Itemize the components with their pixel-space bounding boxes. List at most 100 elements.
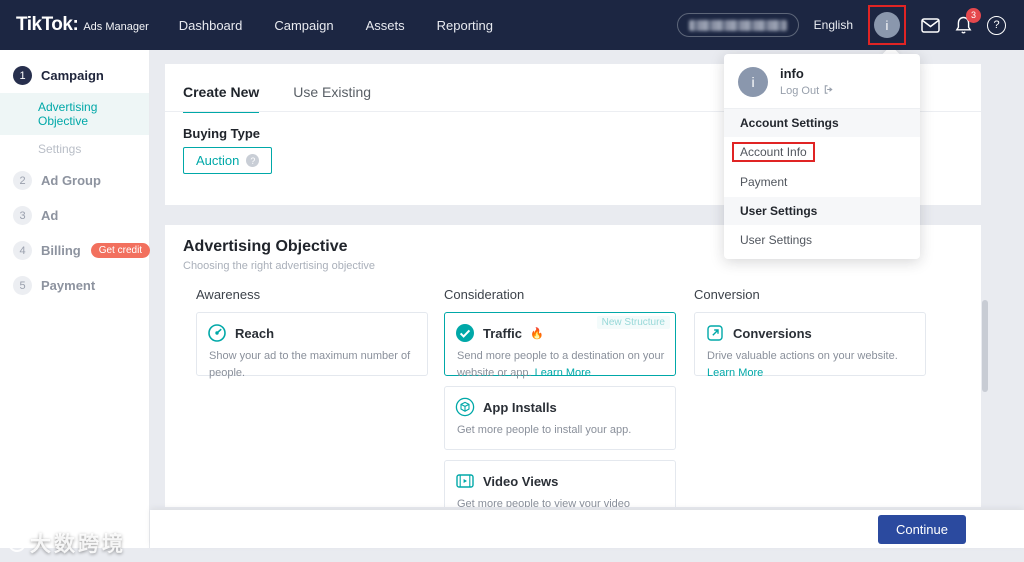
- card-description-traffic: Send more people to a destination on you…: [457, 348, 665, 381]
- account-info-label: Account Info: [740, 145, 807, 159]
- auction-button-label: Auction: [196, 153, 240, 168]
- step-label-payment: Payment: [41, 278, 96, 293]
- section-title: Advertising Objective: [183, 238, 348, 255]
- notifications-icon[interactable]: 3: [955, 7, 981, 35]
- step-billing[interactable]: 4 Billing Get credit: [0, 233, 151, 268]
- step-label-campaign: Campaign: [41, 68, 104, 83]
- notification-badge: 3: [966, 7, 981, 23]
- logo-suffix-text: Ads Manager: [83, 21, 149, 33]
- new-structure-badge: New Structure: [596, 316, 670, 329]
- app-installs-icon: [455, 397, 475, 417]
- logout-label: Log Out: [780, 85, 820, 97]
- column-header-consideration: Consideration: [444, 287, 525, 302]
- watermark-logo-icon: [4, 530, 30, 556]
- info-icon: [246, 154, 260, 167]
- conversions-icon: [705, 323, 725, 343]
- logout-link[interactable]: Log Out: [780, 84, 834, 98]
- card-title-traffic: Traffic: [483, 325, 523, 341]
- card-title-reach: Reach: [235, 325, 275, 341]
- help-icon[interactable]: [987, 15, 1006, 35]
- reach-icon: [207, 323, 227, 343]
- column-header-conversion: Conversion: [694, 287, 760, 302]
- scrollbar[interactable]: [982, 300, 988, 392]
- sidebar-item-advertising-objective[interactable]: Advertising Objective: [0, 93, 149, 135]
- messages-icon[interactable]: [921, 17, 940, 33]
- fire-emoji: 🔥: [530, 327, 544, 340]
- card-description-app-installs: Get more people to install your app.: [457, 424, 632, 436]
- step-number-3: 3: [13, 206, 32, 225]
- continue-button[interactable]: Continue: [877, 514, 966, 544]
- card-description-conversions: Drive valuable actions on your website. …: [707, 348, 915, 381]
- sidebar-item-settings[interactable]: Settings: [0, 135, 149, 163]
- video-views-icon: [455, 471, 475, 491]
- dropdown-item-user-settings[interactable]: User Settings: [724, 225, 920, 255]
- question-circle-icon: [987, 15, 1006, 35]
- annotation-box-account-info: Account Info: [732, 142, 815, 162]
- step-number-4: 4: [13, 241, 32, 260]
- card-title-app-installs: App Installs: [483, 399, 557, 415]
- step-ad[interactable]: 3 Ad: [0, 198, 149, 233]
- main-nav: Dashboard Campaign Assets Reporting: [179, 18, 493, 33]
- column-header-awareness: Awareness: [196, 287, 261, 302]
- objective-card-app-installs[interactable]: App Installs Get more people to install …: [444, 386, 676, 450]
- nav-item-reporting[interactable]: Reporting: [437, 18, 493, 33]
- conversions-learn-more-link[interactable]: Learn More: [707, 367, 763, 379]
- section-subtitle: Choosing the right advertising objective: [183, 260, 376, 272]
- bottom-action-bar: Continue: [150, 510, 1024, 548]
- logo-text: TikTok:: [16, 14, 79, 35]
- step-label-ad-group: Ad Group: [41, 173, 101, 188]
- logout-icon: [823, 84, 834, 98]
- campaign-steps-sidebar: 1 Campaign Advertising Objective Setting…: [0, 50, 151, 548]
- step-number-5: 5: [13, 276, 32, 295]
- watermark-text: 大数跨境: [30, 533, 126, 556]
- step-number-2: 2: [13, 171, 32, 190]
- language-selector[interactable]: English: [814, 18, 853, 32]
- annotation-box-avatar: i: [868, 5, 906, 45]
- buying-type-label: Buying Type: [183, 126, 261, 141]
- column-consideration: Consideration New Structure Traffic 🔥 Se…: [444, 287, 676, 507]
- tiktok-logo[interactable]: TikTok: Ads Manager: [16, 14, 149, 36]
- card-title-video-views: Video Views: [483, 473, 559, 489]
- tab-create-new[interactable]: Create New: [183, 84, 260, 113]
- account-name-pill[interactable]: [676, 13, 799, 37]
- objective-card-traffic[interactable]: New Structure Traffic 🔥 Send more people…: [444, 312, 676, 379]
- topbar: TikTok: Ads Manager Dashboard Campaign A…: [0, 0, 1024, 50]
- redacted-account-name: [688, 19, 787, 31]
- auction-button[interactable]: Auction: [183, 147, 273, 174]
- traffic-learn-more-link[interactable]: Learn More: [535, 367, 591, 379]
- conversions-description-text: Drive valuable actions on your website.: [707, 350, 898, 362]
- tab-use-existing[interactable]: Use Existing: [293, 84, 371, 113]
- step-payment[interactable]: 5 Payment: [0, 268, 149, 303]
- user-avatar-button[interactable]: i: [874, 12, 900, 38]
- column-awareness: Awareness Reach Show your ad to the maxi…: [196, 287, 428, 386]
- card-description-reach: Show your ad to the maximum number of pe…: [209, 350, 411, 379]
- traffic-selected-check-icon: [455, 323, 475, 343]
- dropdown-item-payment[interactable]: Payment: [724, 167, 920, 197]
- nav-item-dashboard[interactable]: Dashboard: [179, 18, 243, 33]
- card-title-conversions: Conversions: [733, 325, 812, 341]
- nav-item-assets[interactable]: Assets: [366, 18, 405, 33]
- column-conversion: Conversion Conversions Drive valuable ac…: [694, 287, 926, 386]
- get-credit-badge[interactable]: Get credit: [90, 243, 151, 258]
- dropdown-item-account-info[interactable]: Account Info: [724, 137, 920, 167]
- create-tabs: Create New Use Existing: [183, 84, 371, 113]
- dropdown-avatar: i: [738, 67, 768, 97]
- advertising-objective-card: Advertising Objective Choosing the right…: [165, 225, 981, 507]
- watermark: 大数跨境: [4, 528, 126, 558]
- card-description-video-views: Get more people to view your video: [457, 498, 631, 507]
- step-campaign[interactable]: 1 Campaign: [0, 58, 149, 93]
- dropdown-header-user-settings: User Settings: [724, 197, 920, 225]
- topbar-right-cluster: English i 3: [676, 5, 1006, 45]
- step-label-billing: Billing: [41, 243, 81, 258]
- dropdown-user-row: i info Log Out: [724, 54, 920, 108]
- nav-item-campaign[interactable]: Campaign: [274, 18, 333, 33]
- step-number-1: 1: [13, 66, 32, 85]
- step-label-ad: Ad: [41, 208, 59, 223]
- objective-card-conversions[interactable]: Conversions Drive valuable actions on yo…: [694, 312, 926, 379]
- objective-card-reach[interactable]: Reach Show your ad to the maximum number…: [196, 312, 428, 379]
- dropdown-user-name: info: [780, 66, 804, 81]
- objective-card-video-views[interactable]: Video Views Get more people to view your…: [444, 460, 676, 507]
- dropdown-header-account-settings: Account Settings: [724, 109, 920, 137]
- account-dropdown: i info Log Out Account Settings Account …: [724, 54, 920, 259]
- step-ad-group[interactable]: 2 Ad Group: [0, 163, 149, 198]
